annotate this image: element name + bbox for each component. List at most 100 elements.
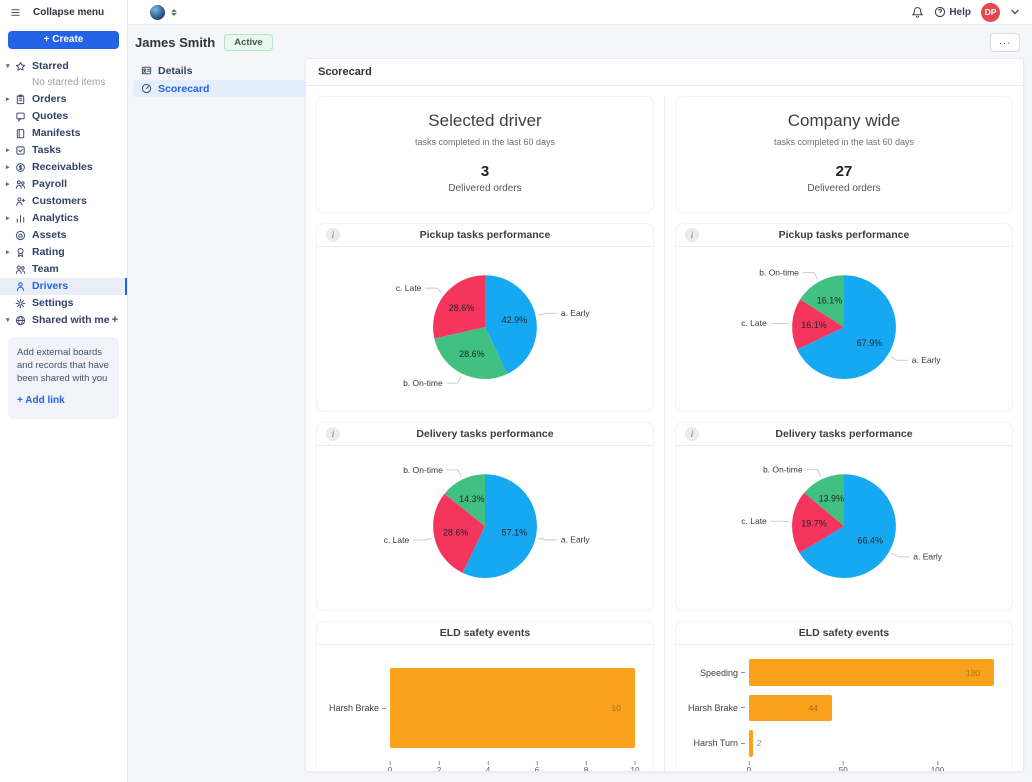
info-icon[interactable]: i — [326, 427, 340, 441]
x-axis-tick: 0 — [747, 761, 751, 771]
pie-leader-line — [803, 273, 818, 280]
manifests-icon — [15, 128, 26, 139]
add-link-button[interactable]: + Add link — [17, 394, 110, 408]
x-axis-tick: 100 — [931, 761, 944, 771]
hamburger-icon — [10, 7, 21, 18]
sidebar-item-settings[interactable]: Settings — [0, 295, 127, 312]
help-button[interactable]: Help — [934, 6, 971, 18]
bar-value-label: 44 — [808, 703, 817, 713]
pie-category-label: a. Early — [561, 535, 591, 545]
bar-row: Speeding 130 — [684, 655, 994, 690]
chevron-down-icon[interactable]: ▾ — [6, 316, 15, 324]
bar-chart-eld-company: Speeding 130 Harsh Brake 44 Harsh Turn 2… — [676, 645, 1012, 771]
chart-title: Delivery tasks performance — [416, 428, 553, 440]
bar-value-label: 130 — [966, 668, 980, 678]
bar-category-label: Harsh Brake — [684, 703, 738, 713]
pie-chart-delivery-company: 66.4%a. Early19.7%c. Late13.9%b. On-time — [676, 446, 1012, 610]
stats-subtitle: tasks completed in the last 60 days — [327, 137, 643, 147]
sidebar-item-orders[interactable]: ▸ Orders — [0, 91, 127, 108]
x-axis: 050100 — [749, 761, 994, 771]
sidebar-item-drivers[interactable]: Drivers — [0, 278, 127, 295]
sidebar-item-team[interactable]: Team — [0, 261, 127, 278]
sidebar-item-customers[interactable]: Customers — [0, 193, 127, 210]
chevron-right-icon[interactable]: ▸ — [6, 214, 15, 222]
chevron-right-icon[interactable]: ▸ — [6, 163, 15, 171]
pie-leader-line — [892, 553, 910, 557]
record-subnav: Details Scorecard — [133, 58, 305, 782]
chevron-down-icon[interactable] — [1010, 7, 1020, 17]
pie-category-label: a. Early — [913, 552, 943, 562]
sidebar-item-starred[interactable]: ▾ Starred — [0, 58, 127, 75]
info-icon[interactable]: i — [685, 228, 699, 242]
question-circle-icon — [934, 6, 946, 18]
user-avatar[interactable]: DP — [981, 3, 1000, 22]
workspace-switcher[interactable] — [150, 5, 177, 20]
x-axis-tick: 4 — [486, 761, 490, 771]
pie-percent-label: 16.1% — [801, 320, 826, 330]
chevron-down-icon[interactable]: ▾ — [6, 62, 15, 70]
pie-leader-line — [538, 313, 557, 315]
pie-percent-label: 42.9% — [502, 315, 527, 325]
pie-category-label: b. On-time — [759, 267, 799, 277]
pie-percent-label: 14.3% — [459, 494, 484, 504]
sidebar-item-quotes[interactable]: Quotes — [0, 108, 127, 125]
team-icon — [15, 264, 26, 275]
info-icon[interactable]: i — [685, 427, 699, 441]
create-button[interactable]: + Create — [8, 31, 119, 49]
pie-category-label: a. Early — [561, 308, 591, 318]
sidebar-item-manifests[interactable]: Manifests — [0, 125, 127, 142]
category-tick — [741, 743, 745, 744]
sidebar-item-receivables[interactable]: ▸ Receivables — [0, 159, 127, 176]
bar-value-label: 10 — [612, 703, 621, 713]
pie-leader-line — [806, 470, 821, 477]
bar-category-label: Harsh Turn — [684, 738, 738, 748]
sidebar-item-analytics[interactable]: ▸ Analytics — [0, 210, 127, 227]
pie-category-label: b. On-time — [403, 378, 443, 388]
eld-safety-card-selected: ELD safety events Harsh Brake 10 0246810 — [316, 621, 654, 771]
chevron-right-icon[interactable]: ▸ — [6, 95, 15, 103]
sidebar-item-rating[interactable]: ▸ Rating — [0, 244, 127, 261]
tab-scorecard[interactable]: Scorecard — [133, 80, 305, 97]
pie-category-label: c. Late — [384, 535, 410, 545]
chevron-right-icon[interactable]: ▸ — [6, 180, 15, 188]
pie-leader-line — [425, 288, 442, 293]
globe-icon — [15, 315, 26, 326]
quotes-icon — [15, 111, 26, 122]
pie-category-label: c. Late — [396, 283, 422, 293]
sidebar-item-tasks[interactable]: ▸ Tasks — [0, 142, 127, 159]
pie-leader-line — [890, 356, 908, 360]
pie-percent-label: 67.9% — [857, 338, 882, 348]
collapse-menu-label: Collapse menu — [33, 7, 104, 18]
delivered-orders-label: Delivered orders — [327, 183, 643, 194]
pie-chart-pickup-selected: 42.9%a. Early28.6%b. On-time28.6%c. Late — [317, 247, 653, 411]
chart-title: Pickup tasks performance — [420, 229, 551, 241]
sidebar: Collapse menu + Create ▾ Starred No star… — [0, 0, 128, 782]
help-label: Help — [949, 7, 971, 18]
more-actions-button[interactable]: ··· — [990, 33, 1020, 52]
pie-category-label: c. Late — [741, 516, 767, 526]
shared-boards-note-card: Add external boards and records that hav… — [8, 337, 119, 420]
chevron-right-icon[interactable]: ▸ — [6, 248, 15, 256]
collapse-menu-button[interactable]: Collapse menu — [0, 0, 127, 25]
chart-title: Delivery tasks performance — [775, 428, 912, 440]
pie-percent-label: 28.6% — [449, 303, 474, 313]
pie-category-label: c. Late — [741, 318, 767, 328]
bar: 2 — [749, 730, 753, 757]
sidebar-item-shared-with-me[interactable]: ▾ Shared with me + — [0, 312, 127, 329]
tab-details[interactable]: Details — [133, 62, 305, 79]
info-icon[interactable]: i — [326, 228, 340, 242]
payroll-icon — [15, 179, 26, 190]
x-axis-tick: 6 — [535, 761, 539, 771]
pie-chart-delivery-selected: 57.1%a. Early28.6%c. Late14.3%b. On-time — [317, 446, 653, 610]
sidebar-item-assets[interactable]: Assets — [0, 227, 127, 244]
sidebar-item-payroll[interactable]: ▸ Payroll — [0, 176, 127, 193]
stats-card-selected-driver: Selected driver tasks completed in the l… — [316, 96, 654, 213]
add-shared-board-icon[interactable]: + — [112, 314, 121, 326]
notifications-bell-icon[interactable] — [911, 6, 924, 19]
pie-category-label: b. On-time — [763, 465, 803, 475]
page-title: James Smith — [135, 35, 215, 50]
chevron-right-icon[interactable]: ▸ — [6, 146, 15, 154]
category-tick — [741, 707, 745, 708]
x-axis-tick: 0 — [388, 761, 392, 771]
details-card-icon — [141, 65, 152, 76]
